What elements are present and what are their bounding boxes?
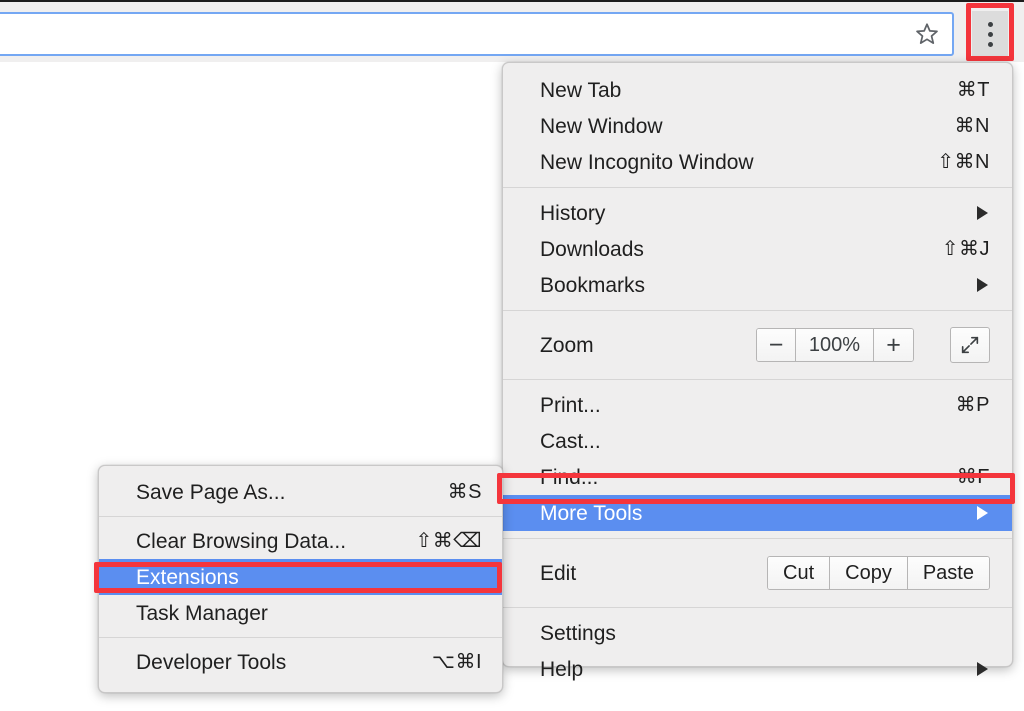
menu-item-label: Downloads <box>540 237 644 261</box>
menu-item-shortcut: ⌘T <box>956 79 990 101</box>
menu-item-developer-tools[interactable]: Developer Tools ⌥⌘I <box>99 644 502 680</box>
menu-item-extensions[interactable]: Extensions <box>99 559 502 595</box>
zoom-level-value: 100% <box>796 329 874 361</box>
menu-item-label: Save Page As... <box>136 480 286 504</box>
menu-item-shortcut: ⌘S <box>447 481 482 503</box>
menu-item-label: Print... <box>540 393 601 417</box>
menu-item-label: History <box>540 201 606 225</box>
annotation-box-menu-button <box>966 3 1014 61</box>
paste-button[interactable]: Paste <box>907 557 989 589</box>
submenu-arrow-icon <box>977 662 988 676</box>
menu-item-shortcut: ⌥⌘I <box>431 651 482 673</box>
zoom-out-button[interactable]: − <box>757 329 796 361</box>
menu-item-settings[interactable]: Settings <box>503 615 1012 651</box>
menu-separator <box>503 538 1012 539</box>
menu-item-shortcut: ⌘F <box>956 466 990 488</box>
menu-separator <box>99 516 502 517</box>
menu-item-save-page-as[interactable]: Save Page As... ⌘S <box>99 474 502 510</box>
zoom-control-group: − 100% + <box>756 328 914 362</box>
more-tools-submenu: Save Page As... ⌘S Clear Browsing Data..… <box>98 465 503 693</box>
menu-item-zoom: Zoom − 100% + <box>503 318 1012 372</box>
menu-item-edit: Edit Cut Copy Paste <box>503 546 1012 600</box>
menu-item-label: Edit <box>540 561 577 585</box>
menu-item-label: Settings <box>540 621 616 645</box>
menu-item-label: Developer Tools <box>136 650 287 674</box>
address-bar[interactable] <box>0 12 954 56</box>
menu-item-label: Find... <box>540 465 599 489</box>
menu-item-shortcut: ⇧⌘J <box>941 238 990 260</box>
menu-item-label: Zoom <box>540 333 594 357</box>
browser-toolbar <box>0 0 1024 62</box>
zoom-in-button[interactable]: + <box>874 329 913 361</box>
menu-item-shortcut: ⇧⌘N <box>937 151 990 173</box>
edit-control-group: Cut Copy Paste <box>767 556 990 590</box>
zoom-in-label: + <box>886 330 901 359</box>
menu-item-bookmarks[interactable]: Bookmarks <box>503 267 1012 303</box>
menu-item-help[interactable]: Help <box>503 651 1012 687</box>
fullscreen-expand-icon <box>961 336 979 354</box>
menu-item-find[interactable]: Find... ⌘F <box>503 459 1012 495</box>
submenu-arrow-icon <box>977 278 988 292</box>
menu-item-label: Help <box>540 657 584 681</box>
cut-button[interactable]: Cut <box>768 557 831 589</box>
menu-item-more-tools[interactable]: More Tools <box>503 495 1012 531</box>
menu-item-shortcut: ⇧⌘⌫ <box>415 530 482 552</box>
menu-item-label: Clear Browsing Data... <box>136 529 347 553</box>
menu-item-label: New Window <box>540 114 663 138</box>
menu-item-new-window[interactable]: New Window ⌘N <box>503 108 1012 144</box>
fullscreen-button[interactable] <box>950 327 990 363</box>
copy-button[interactable]: Copy <box>830 557 908 589</box>
menu-item-cast[interactable]: Cast... <box>503 423 1012 459</box>
menu-separator <box>503 187 1012 188</box>
menu-separator <box>503 607 1012 608</box>
menu-item-label: More Tools <box>540 501 643 525</box>
menu-item-label: Extensions <box>136 565 239 589</box>
chrome-main-menu: New Tab ⌘T New Window ⌘N New Incognito W… <box>502 62 1013 680</box>
bookmark-star-icon[interactable] <box>914 21 940 47</box>
browser-screenshot: New Tab ⌘T New Window ⌘N New Incognito W… <box>0 0 1024 711</box>
menu-item-label: Bookmarks <box>540 273 646 297</box>
menu-item-shortcut: ⌘N <box>954 115 990 137</box>
menu-item-new-tab[interactable]: New Tab ⌘T <box>503 72 1012 108</box>
submenu-arrow-icon <box>977 206 988 220</box>
menu-separator <box>503 379 1012 380</box>
menu-item-shortcut: ⌘P <box>955 394 990 416</box>
menu-item-downloads[interactable]: Downloads ⇧⌘J <box>503 231 1012 267</box>
menu-item-task-manager[interactable]: Task Manager <box>99 595 502 631</box>
menu-item-label: Task Manager <box>136 601 268 625</box>
menu-item-print[interactable]: Print... ⌘P <box>503 387 1012 423</box>
zoom-out-label: − <box>768 330 784 359</box>
menu-item-new-incognito-window[interactable]: New Incognito Window ⇧⌘N <box>503 144 1012 180</box>
menu-item-label: New Incognito Window <box>540 150 754 174</box>
menu-item-history[interactable]: History <box>503 195 1012 231</box>
menu-separator <box>99 637 502 638</box>
menu-separator <box>503 310 1012 311</box>
submenu-arrow-icon <box>977 506 988 520</box>
menu-item-clear-browsing-data[interactable]: Clear Browsing Data... ⇧⌘⌫ <box>99 523 502 559</box>
menu-item-label: Cast... <box>540 429 601 453</box>
menu-item-label: New Tab <box>540 78 622 102</box>
